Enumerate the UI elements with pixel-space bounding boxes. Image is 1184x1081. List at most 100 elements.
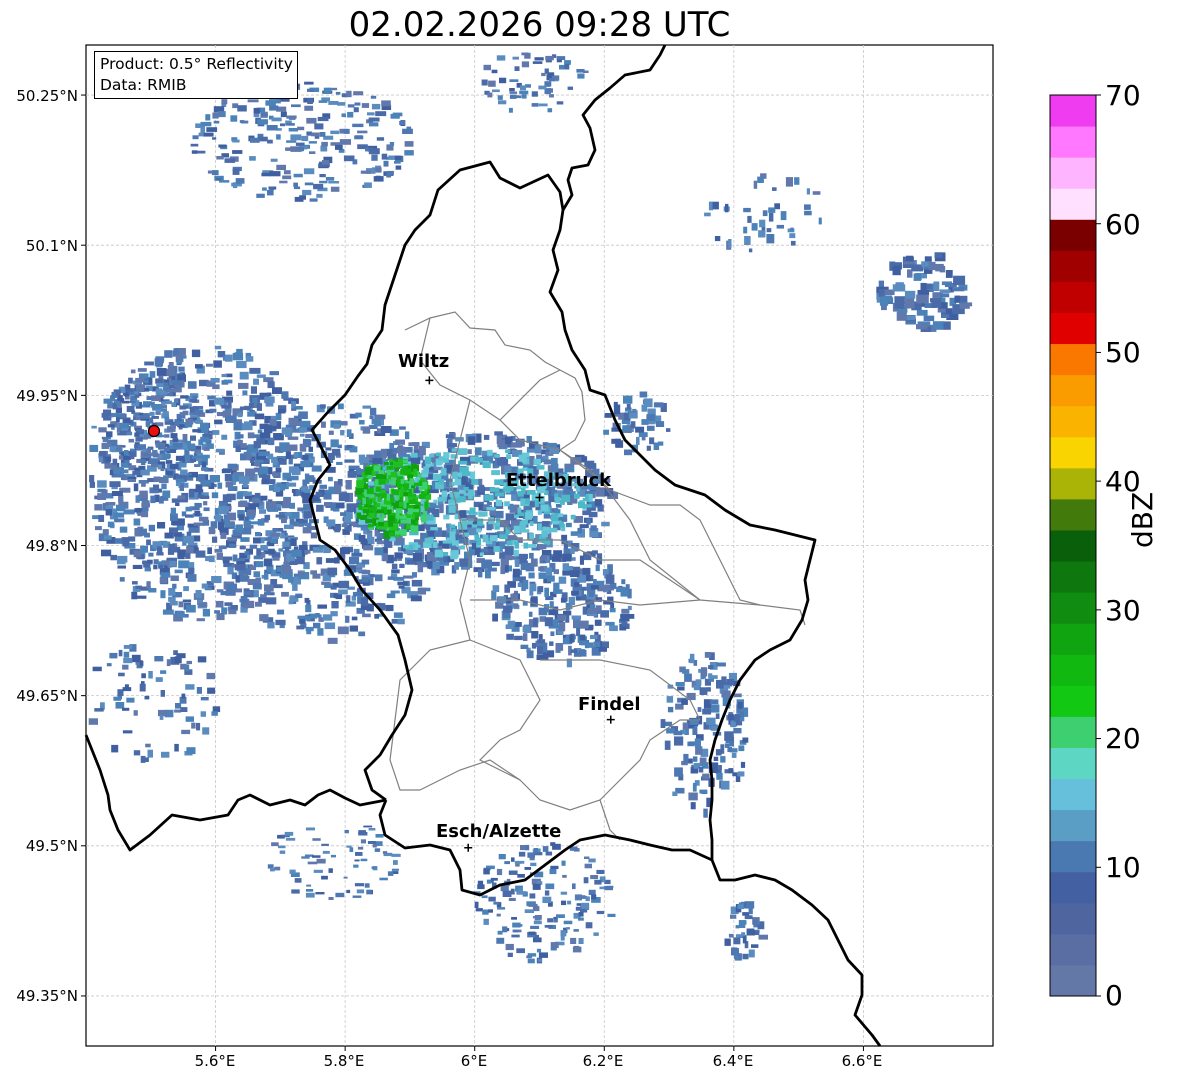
- echo-cell: [402, 575, 414, 579]
- echo-cell: [116, 504, 126, 512]
- echo-cell: [744, 236, 751, 245]
- echo-cell: [338, 493, 350, 502]
- echo-cell: [171, 402, 177, 407]
- echo-cell: [173, 442, 183, 448]
- echo-cell: [576, 627, 581, 637]
- echo-cell: [330, 585, 337, 590]
- echo-cell: [627, 605, 632, 611]
- echo-cell: [160, 690, 165, 697]
- echo-cell: [450, 551, 458, 560]
- echo-cell: [349, 625, 358, 632]
- echo-cell: [327, 637, 338, 644]
- echo-cell: [188, 567, 195, 574]
- echo-cell: [553, 550, 563, 558]
- echo-cell: [572, 946, 582, 953]
- echo-cell: [242, 481, 248, 488]
- echo-cell: [148, 552, 154, 557]
- echo-cell: [307, 98, 313, 104]
- echo-cell: [361, 103, 370, 108]
- echo-cell: [496, 937, 505, 944]
- echo-cell: [495, 499, 503, 507]
- echo-cell: [190, 143, 199, 147]
- colorbar-swatch: [1050, 467, 1096, 500]
- echo-cell: [571, 590, 579, 596]
- colorbar-swatch: [1050, 498, 1096, 531]
- echo-cell: [560, 930, 567, 937]
- echo-cell: [264, 584, 274, 592]
- echo-cell: [733, 728, 742, 734]
- colorbar-swatch: [1050, 250, 1096, 282]
- echo-cell: [492, 613, 498, 622]
- echo-cell: [498, 854, 506, 860]
- echo-cell: [481, 559, 492, 569]
- echo-cell: [203, 132, 214, 137]
- echo-cell: [174, 656, 182, 664]
- echo-cell: [120, 462, 129, 468]
- echo-cell: [757, 176, 764, 183]
- echo-cell: [443, 552, 449, 557]
- echo-cell: [402, 128, 413, 134]
- echo-cell: [664, 740, 671, 750]
- echo-cell: [148, 524, 155, 532]
- echo-cell: [166, 426, 176, 432]
- echo-cell: [514, 66, 520, 71]
- echo-cell: [139, 660, 144, 667]
- echo-cell: [263, 425, 273, 434]
- echo-cell: [607, 913, 616, 917]
- echo-cell: [296, 625, 305, 630]
- echo-cell: [591, 585, 599, 590]
- echo-cell: [265, 597, 277, 605]
- echo-cell: [386, 466, 394, 470]
- echo-cell: [345, 480, 352, 490]
- echo-cell: [188, 489, 195, 498]
- echo-cell: [202, 727, 210, 735]
- echo-cell: [482, 462, 491, 469]
- colorbar-swatch: [1050, 281, 1096, 313]
- echo-cell: [319, 174, 326, 178]
- echo-cell: [330, 186, 340, 192]
- echo-cell: [186, 747, 196, 755]
- echo-cell: [479, 552, 484, 557]
- echo-cell: [562, 553, 572, 562]
- echo-cell: [216, 178, 222, 181]
- echo-cell: [531, 642, 537, 649]
- city-label-esch-alzette: Esch/Alzette: [436, 821, 562, 842]
- echo-cell: [230, 464, 239, 468]
- echo-cell: [475, 908, 483, 912]
- echo-cell: [397, 458, 403, 466]
- echo-cell: [398, 585, 405, 589]
- echo-cell: [790, 240, 796, 246]
- echo-cell: [299, 433, 305, 437]
- echo-cell: [766, 228, 772, 233]
- echo-cell: [238, 514, 245, 521]
- echo-cell: [113, 468, 121, 475]
- echo-cell: [451, 471, 458, 479]
- echo-cell: [604, 413, 612, 418]
- echo-cell: [390, 113, 400, 119]
- echo-cell: [337, 626, 349, 635]
- echo-cell: [565, 522, 572, 528]
- echo-cell: [162, 411, 169, 417]
- echo-cell: [170, 433, 178, 439]
- echo-cell: [497, 95, 503, 100]
- echo-cell: [567, 900, 572, 905]
- echo-cell: [207, 547, 212, 554]
- colorbar-swatch: [1050, 312, 1096, 345]
- echo-cell: [117, 432, 127, 436]
- echo-cell: [538, 607, 548, 616]
- echo-cell: [273, 584, 283, 589]
- echo-cell: [158, 496, 164, 504]
- echo-cell: [454, 478, 462, 486]
- echo-cell: [140, 469, 150, 476]
- echo-cell: [116, 414, 126, 418]
- echo-cell: [438, 456, 445, 461]
- echo-cell: [288, 600, 294, 605]
- echo-cell: [375, 834, 384, 838]
- echo-cell: [585, 896, 590, 902]
- echo-cell: [531, 631, 539, 639]
- echo-cell: [716, 662, 726, 667]
- echo-cell: [410, 457, 421, 465]
- echo-cell: [554, 497, 561, 504]
- echo-cell: [454, 513, 459, 520]
- echo-cell: [160, 572, 171, 578]
